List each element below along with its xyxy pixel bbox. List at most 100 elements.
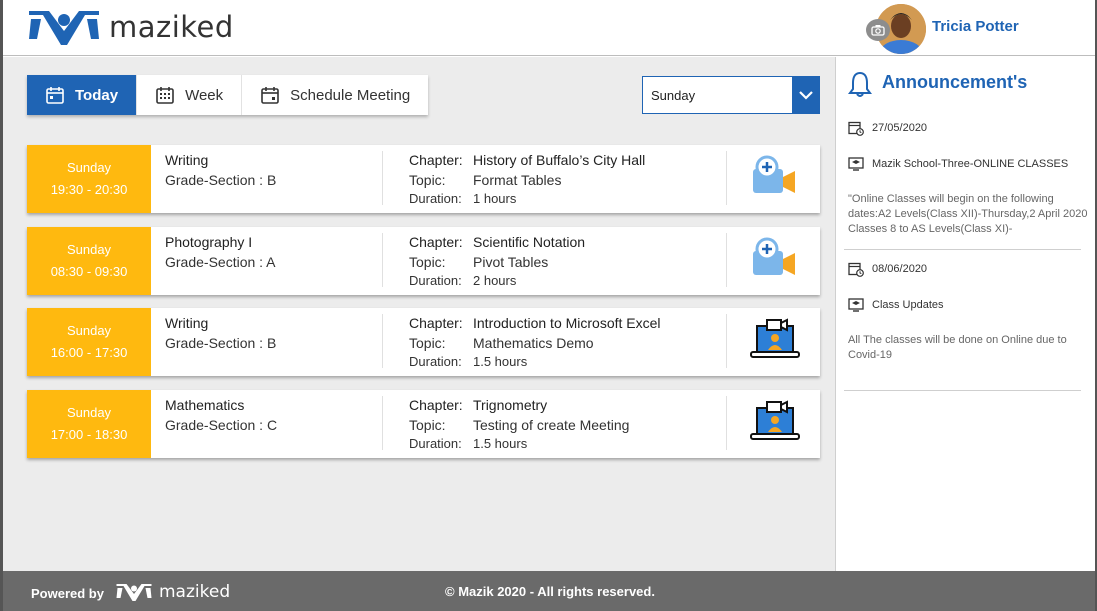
divider xyxy=(726,314,727,368)
grade-section: Grade-Section : B xyxy=(165,335,277,351)
tab-week-label: Week xyxy=(185,86,224,104)
schedule-day: Sunday xyxy=(66,242,112,257)
user-name[interactable]: Tricia Potter xyxy=(932,18,1019,35)
chapter-value: Scientific Notation xyxy=(473,234,586,250)
divider xyxy=(382,396,383,450)
chevron-down-icon[interactable] xyxy=(792,77,819,113)
schedule-date-block: Sunday 19:30 - 20:30 xyxy=(27,145,151,213)
calendar-grid-icon xyxy=(155,85,175,105)
duration-label: Duration: xyxy=(409,273,462,288)
powered-by-label: Powered by xyxy=(31,586,104,601)
subject-name: Photography I xyxy=(165,234,253,250)
announcement-text: All The classes will be done on Online d… xyxy=(848,334,1067,361)
chapter-label: Chapter: xyxy=(409,397,463,413)
divider xyxy=(382,314,383,368)
schedule-card[interactable]: Sunday 19:30 - 20:30 Writing Grade-Secti… xyxy=(27,145,820,213)
announcements-panel: Announcement's 27/05/2020 Mazik School-T… xyxy=(835,57,1095,571)
day-select-value: Sunday xyxy=(651,87,696,103)
bell-icon[interactable] xyxy=(848,70,872,103)
subject-name: Writing xyxy=(165,315,209,331)
calendar-icon xyxy=(45,85,65,105)
chapter-label: Chapter: xyxy=(409,152,463,168)
footer-brand-name: maziked xyxy=(159,582,231,602)
chapter-label: Chapter: xyxy=(409,234,463,250)
brand-name: maziked xyxy=(109,10,234,44)
topic-label: Topic: xyxy=(409,172,446,188)
video-camera-add-icon[interactable] xyxy=(747,155,803,203)
subject-name: Writing xyxy=(165,152,209,168)
duration-value: 1.5 hours xyxy=(473,354,528,369)
schedule-time: 17:00 - 18:30 xyxy=(50,427,128,442)
announcement-text: "Online Classes will begin on the follow… xyxy=(848,193,1088,235)
grade-section: Grade-Section : B xyxy=(165,172,277,188)
subject-name: Mathematics xyxy=(165,397,245,413)
divider xyxy=(726,151,727,205)
school-monitor-icon xyxy=(848,156,864,172)
calendar-clock-icon xyxy=(848,120,864,136)
online-class-laptop-icon[interactable] xyxy=(747,400,803,448)
copyright-text: © Mazik 2020 - All rights reserved. xyxy=(445,584,655,599)
tab-today-label: Today xyxy=(75,86,119,104)
tab-schedule-meeting-label: Schedule Meeting xyxy=(290,86,411,104)
duration-value: 1 hours xyxy=(473,191,517,206)
topic-value: Testing of create Meeting xyxy=(473,417,630,433)
topic-value: Mathematics Demo xyxy=(473,335,594,351)
duration-value: 2 hours xyxy=(473,273,517,288)
schedule-time: 19:30 - 20:30 xyxy=(50,182,128,197)
divider xyxy=(726,396,727,450)
view-tabs: Today Week Schedule Meeting xyxy=(27,75,429,115)
announcement-date: 08/06/2020 xyxy=(848,261,927,277)
chapter-label: Chapter: xyxy=(409,315,463,331)
announcements-title: Announcement's xyxy=(882,72,1028,92)
duration-label: Duration: xyxy=(409,354,462,369)
day-select[interactable]: Sunday xyxy=(642,76,820,114)
schedule-day: Sunday xyxy=(66,323,112,338)
footer: Powered by maziked © Mazik 2020 - All ri… xyxy=(3,571,1095,611)
footer-logo[interactable]: maziked xyxy=(115,581,230,603)
online-class-laptop-icon[interactable] xyxy=(747,318,803,366)
schedule-day: Sunday xyxy=(66,405,112,420)
chapter-value: History of Buffalo’s City Hall xyxy=(473,152,646,168)
topic-label: Topic: xyxy=(409,417,446,433)
divider xyxy=(382,233,383,287)
calendar-clock-icon xyxy=(848,261,864,277)
tab-schedule-meeting[interactable]: Schedule Meeting xyxy=(242,75,428,115)
schedule-date-block: Sunday 17:00 - 18:30 xyxy=(27,390,151,458)
chapter-value: Introduction to Microsoft Excel xyxy=(473,315,661,331)
schedule-date-block: Sunday 16:00 - 17:30 xyxy=(27,308,151,376)
grade-section: Grade-Section : A xyxy=(165,254,276,270)
divider xyxy=(382,151,383,205)
video-camera-add-icon[interactable] xyxy=(747,237,803,285)
school-monitor-icon xyxy=(848,297,864,313)
maziked-logo-icon xyxy=(29,11,99,45)
announcement-source: Class Updates xyxy=(848,297,944,313)
grade-section: Grade-Section : C xyxy=(165,417,278,433)
calendar-icon xyxy=(260,85,280,105)
divider xyxy=(844,249,1081,250)
divider xyxy=(844,390,1081,391)
topic-value: Pivot Tables xyxy=(473,254,549,270)
schedule-card[interactable]: Sunday 17:00 - 18:30 Mathematics Grade-S… xyxy=(27,390,820,458)
change-photo-button[interactable] xyxy=(866,19,890,41)
topic-label: Topic: xyxy=(409,254,446,270)
duration-label: Duration: xyxy=(409,436,462,451)
topic-label: Topic: xyxy=(409,335,446,351)
duration-label: Duration: xyxy=(409,191,462,206)
divider xyxy=(726,233,727,287)
schedule-card[interactable]: Sunday 16:00 - 17:30 Writing Grade-Secti… xyxy=(27,308,820,376)
schedule-time: 08:30 - 09:30 xyxy=(50,264,128,279)
announcement-date: 27/05/2020 xyxy=(848,120,927,136)
announcement-source: Mazik School-Three-ONLINE CLASSES xyxy=(848,156,1068,172)
schedule-card[interactable]: Sunday 08:30 - 09:30 Photography I Grade… xyxy=(27,227,820,295)
top-header: maziked Tricia Potter xyxy=(3,0,1095,56)
duration-value: 1.5 hours xyxy=(473,436,528,451)
tab-today[interactable]: Today xyxy=(27,75,138,115)
topic-value: Format Tables xyxy=(473,172,562,188)
schedule-panel: Today Week Schedule Meeting Sunday Sunda… xyxy=(3,57,835,571)
brand-logo[interactable]: maziked xyxy=(27,5,234,49)
chapter-value: Trignometry xyxy=(473,397,548,413)
schedule-day: Sunday xyxy=(66,160,112,175)
tab-week[interactable]: Week xyxy=(137,75,243,115)
schedule-time: 16:00 - 17:30 xyxy=(50,345,128,360)
camera-icon xyxy=(871,25,885,36)
